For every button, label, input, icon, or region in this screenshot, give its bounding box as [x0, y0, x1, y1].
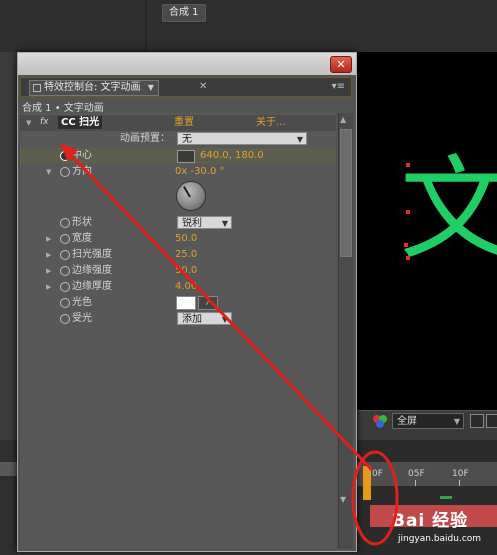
annotation-arrow-line — [64, 148, 374, 472]
annotation-circle — [351, 450, 399, 546]
annotation-overlay — [60, 143, 399, 546]
